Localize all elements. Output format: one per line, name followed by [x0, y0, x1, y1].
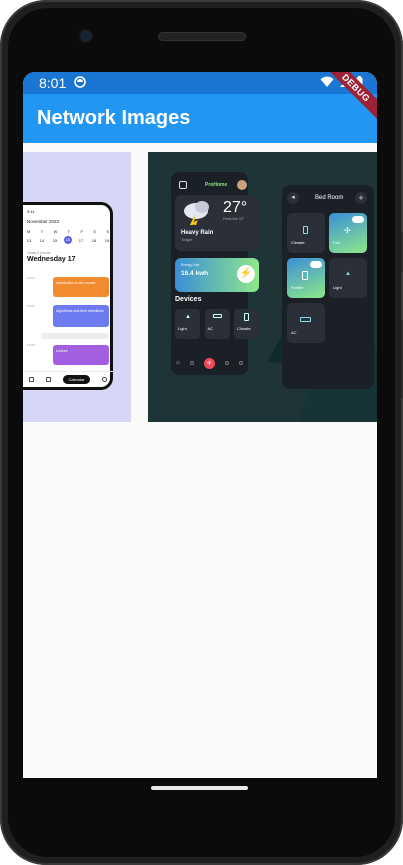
calendar-day-title: Wednesday 17 [27, 256, 76, 263]
room-tile-active: ✢ Fan [329, 213, 367, 253]
room-tile-active: Purifier [287, 258, 325, 298]
home-icon [29, 377, 35, 382]
calendar-month: November 2023 [27, 219, 60, 224]
settings-icon [101, 377, 107, 382]
avatar [237, 180, 247, 190]
mockup-nav: ⌂ + [171, 355, 248, 371]
screen: 8:01 DEBUG Network Images 9:41 November … [23, 72, 377, 778]
room-tile: Climate [287, 213, 325, 253]
devices-row: ▲ Light AC Climate [175, 309, 259, 339]
device-tile: AC [204, 309, 230, 339]
note-bar [41, 333, 109, 339]
nav-dot-icon [224, 361, 229, 365]
wifi-icon [320, 75, 334, 91]
inbox-icon [46, 377, 52, 382]
image-gallery[interactable]: 9:41 November 2023 M T W T F S S 13 14 1… [23, 143, 377, 778]
app-bar-title: Network Images [37, 107, 191, 129]
device-tile: Climate [234, 309, 259, 339]
device-tile: ▲ Light [175, 309, 200, 339]
storm-cloud-icon [184, 201, 209, 225]
ac-icon [212, 314, 222, 318]
selected-date: 16 [64, 236, 72, 244]
devices-heading: Devices [175, 296, 202, 303]
status-time: 8:01 [39, 75, 67, 91]
purifier-icon [302, 271, 308, 280]
room-tile: ▲ Light [329, 258, 367, 298]
network-image-smart-home[interactable]: ProHome 27° Feels like 32° Heavy Rain To… [148, 152, 377, 422]
toggle-switch [352, 216, 364, 223]
device-frame: 8:01 DEBUG Network Images 9:41 November … [0, 0, 403, 865]
energy-value: 16.4 kwh [181, 270, 209, 277]
add-icon: + [355, 192, 367, 204]
lamp-icon: ▲ [185, 314, 191, 320]
gesture-nav-handle[interactable] [151, 786, 248, 790]
climate-icon [303, 226, 308, 234]
bolt-icon: ⚡ [237, 265, 255, 283]
climate-icon [244, 313, 249, 321]
weather-label: Heavy Rain [181, 230, 214, 236]
front-camera [80, 30, 92, 42]
calendar-weekdays: M T W T F S S [27, 229, 109, 234]
temperature: 27° [223, 199, 248, 216]
ac-icon [300, 317, 311, 322]
back-icon: ◂ [287, 192, 299, 204]
earpiece-speaker [158, 32, 246, 41]
app-bar: Network Images [23, 94, 377, 143]
home-icon: ⌂ [176, 360, 180, 366]
status-bar: 8:01 DEBUG [23, 72, 377, 125]
fan-icon: ✢ [344, 226, 351, 235]
tab-calendar: Calendar [63, 375, 90, 384]
network-image-calendar[interactable]: 9:41 November 2023 M T W T F S S 13 14 1… [23, 152, 131, 422]
mockup-tab-bar: Calendar [23, 371, 113, 387]
nav-dot-icon [189, 361, 194, 365]
room-phone-mockup: ◂ Bed Room + Climate ✢ Fan Purifier ▲ Li… [282, 185, 374, 389]
event-card: Introduction to the course [53, 277, 109, 297]
calendar-phone-mockup: 9:41 November 2023 M T W T F S S 13 14 1… [23, 202, 113, 390]
event-card: Algorithms and their definitions [53, 305, 109, 327]
menu-icon [179, 181, 187, 189]
room-title: Bed Room [315, 195, 344, 201]
room-tile: AC [287, 303, 325, 343]
event-card: Lecture [53, 345, 109, 365]
app-status-icon [74, 75, 87, 91]
lamp-icon: ▲ [345, 271, 351, 277]
calendar-dates: 13 14 15 16 17 18 19 [26, 236, 110, 244]
weather-card: 27° Feels like 32° Heavy Rain Tonight [175, 195, 259, 251]
toggle-switch [310, 261, 322, 268]
add-icon: + [203, 357, 215, 369]
energy-card: Energy Use 16.4 kwh ⚡ [175, 258, 259, 292]
home-phone-mockup: ProHome 27° Feels like 32° Heavy Rain To… [171, 172, 259, 375]
mockup-clock: 9:41 [27, 209, 35, 214]
nav-dot-icon [238, 361, 243, 365]
app-name: ProHome [205, 182, 228, 188]
